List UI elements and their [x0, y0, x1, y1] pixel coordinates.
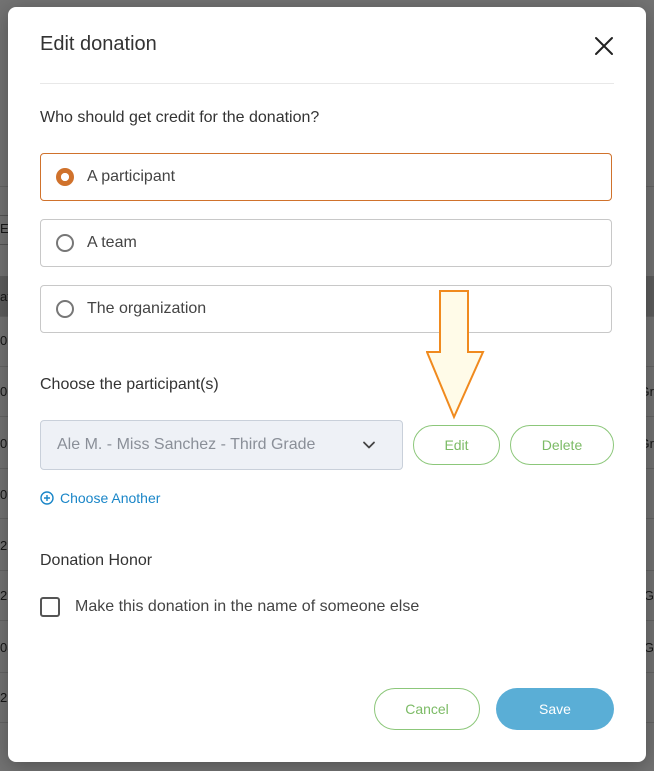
- honor-checkbox[interactable]: [40, 597, 60, 617]
- credit-question: Who should get credit for the donation?: [40, 109, 320, 126]
- choose-another-label: Choose Another: [60, 490, 161, 506]
- cancel-button[interactable]: Cancel: [374, 688, 480, 730]
- radio-option-organization[interactable]: The organization: [40, 285, 612, 333]
- radio-unselected-icon: [56, 300, 74, 318]
- edit-button[interactable]: Edit: [413, 425, 500, 465]
- radio-option-team[interactable]: A team: [40, 219, 612, 267]
- radio-unselected-icon: [56, 234, 74, 252]
- plus-circle-icon: [40, 491, 54, 505]
- save-button[interactable]: Save: [496, 688, 614, 730]
- chevron-down-icon: [363, 441, 375, 449]
- radio-option-label: A participant: [87, 168, 176, 185]
- participant-select[interactable]: Ale M. - Miss Sanchez - Third Grade: [40, 420, 403, 470]
- honor-heading: Donation Honor: [40, 552, 153, 569]
- choose-another-link[interactable]: Choose Another: [40, 490, 160, 506]
- annotation-arrow-icon: [426, 290, 485, 420]
- edit-donation-modal: Edit donation Who should get credit for …: [8, 7, 646, 762]
- participant-heading: Choose the participant(s): [40, 376, 219, 393]
- radio-selected-icon: [56, 168, 74, 186]
- honor-checkbox-label: Make this donation in the name of someon…: [75, 598, 420, 615]
- modal-title: Edit donation: [40, 33, 157, 55]
- radio-option-label: A team: [87, 234, 137, 251]
- close-button[interactable]: [594, 36, 614, 56]
- header-divider: [40, 83, 614, 84]
- participant-select-value: Ale M. - Miss Sanchez - Third Grade: [57, 436, 316, 453]
- radio-option-label: The organization: [87, 300, 207, 317]
- honor-checkbox-row[interactable]: Make this donation in the name of someon…: [40, 597, 419, 617]
- delete-button[interactable]: Delete: [510, 425, 614, 465]
- radio-option-participant[interactable]: A participant: [40, 153, 612, 201]
- close-icon: [595, 37, 613, 55]
